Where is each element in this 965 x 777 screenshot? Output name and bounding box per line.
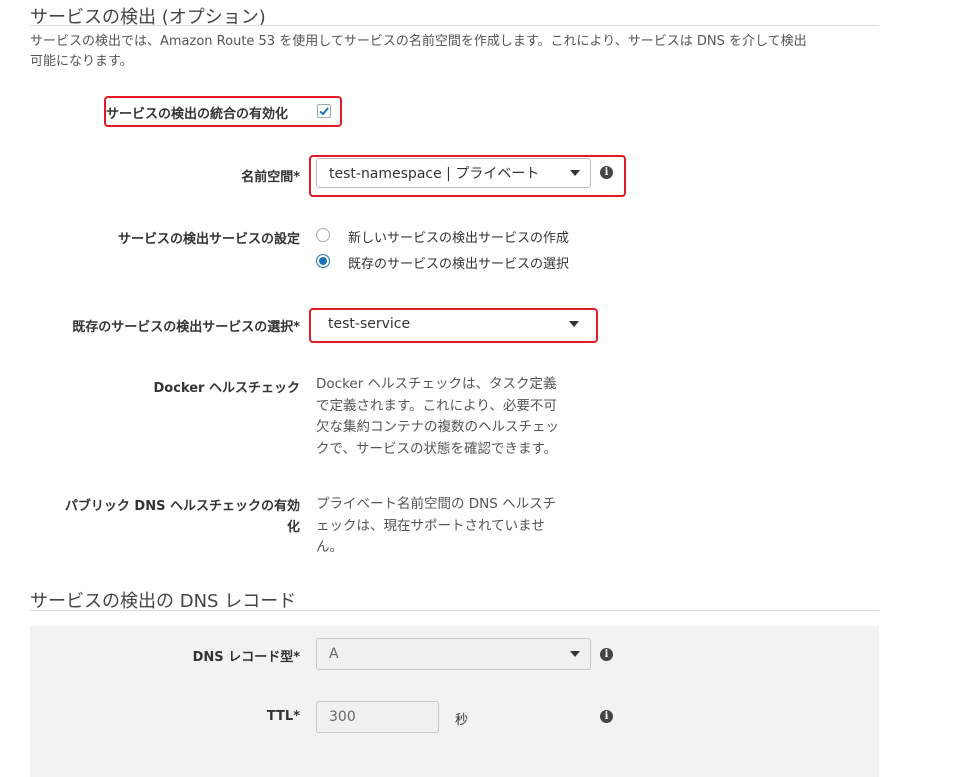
caret-down-icon — [570, 651, 580, 657]
docker-health-line: Docker ヘルスチェックは、タスク定義 — [316, 376, 557, 392]
caret-down-icon — [569, 320, 579, 327]
ttl-input[interactable]: 300 — [316, 701, 439, 733]
dns-record-type-value: A — [329, 646, 339, 662]
dns-record-type-select[interactable]: A — [316, 638, 591, 670]
radio-existing-service[interactable] — [316, 254, 330, 268]
section-divider — [30, 610, 879, 611]
namespace-label: 名前空間* — [241, 170, 300, 185]
ttl-label: TTL* — [266, 709, 300, 724]
enable-integration-label: サービスの検出の統合の有効化 — [106, 107, 289, 122]
description-line-2: 可能になります。 — [30, 54, 133, 69]
docker-health-label: Docker ヘルスチェック — [153, 381, 300, 396]
docker-health-line: で定義されます。これにより、必要不可 — [316, 397, 557, 414]
radio-new-service-label: 新しいサービスの検出サービスの作成 — [348, 231, 570, 246]
public-dns-health-line: ェックは、現在サポートされていませ — [316, 517, 545, 534]
existing-service-value: test-service — [328, 315, 411, 332]
info-icon[interactable]: i — [600, 166, 613, 179]
public-dns-health-label-line: 化 — [286, 520, 300, 535]
info-icon[interactable]: i — [600, 710, 613, 723]
public-dns-health-line: プライベート名前空間の DNS ヘルスチ — [316, 496, 557, 512]
namespace-select[interactable]: test-namespace | プライベート — [316, 158, 591, 188]
public-dns-health-line: ん。 — [316, 539, 343, 555]
docker-health-text: Docker ヘルスチェックは、タスク定義 で定義されます。これにより、必要不可… — [316, 374, 586, 460]
ttl-value: 300 — [329, 709, 356, 725]
existing-service-select[interactable]: test-service — [315, 310, 590, 337]
service-config-label: サービスの検出サービスの設定 — [117, 232, 300, 247]
dns-record-type-label: DNS レコード型* — [192, 650, 300, 665]
section-description: サービスの検出では、Amazon Route 53 を使用してサービスの名前空間… — [30, 32, 890, 72]
namespace-value: test-namespace | プライベート — [329, 166, 540, 182]
public-dns-health-label: パブリック DNS ヘルスチェックの有効 化 — [30, 496, 300, 538]
enable-integration-checkbox[interactable] — [317, 104, 331, 118]
section-divider — [30, 25, 879, 26]
caret-down-icon — [570, 170, 580, 176]
check-icon — [319, 107, 329, 116]
existing-service-label: 既存のサービスの検出サービスの選択* — [72, 320, 300, 335]
public-dns-health-text: プライベート名前空間の DNS ヘルスチ ェックは、現在サポートされていませ ん… — [316, 494, 586, 559]
docker-health-line: 欠な集約コンテナの複数のヘルスチェッ — [316, 419, 559, 435]
public-dns-health-label-line: パブリック DNS ヘルスチェックの有効 — [64, 499, 300, 514]
radio-new-service[interactable] — [316, 228, 330, 242]
ttl-unit: 秒 — [455, 713, 469, 728]
docker-health-line: クで、サービスの状態を確認できます。 — [316, 440, 558, 457]
radio-existing-service-label: 既存のサービスの検出サービスの選択 — [348, 257, 570, 272]
info-icon[interactable]: i — [600, 648, 613, 661]
description-line-1: サービスの検出では、Amazon Route 53 を使用してサービスの名前空間… — [30, 34, 807, 49]
